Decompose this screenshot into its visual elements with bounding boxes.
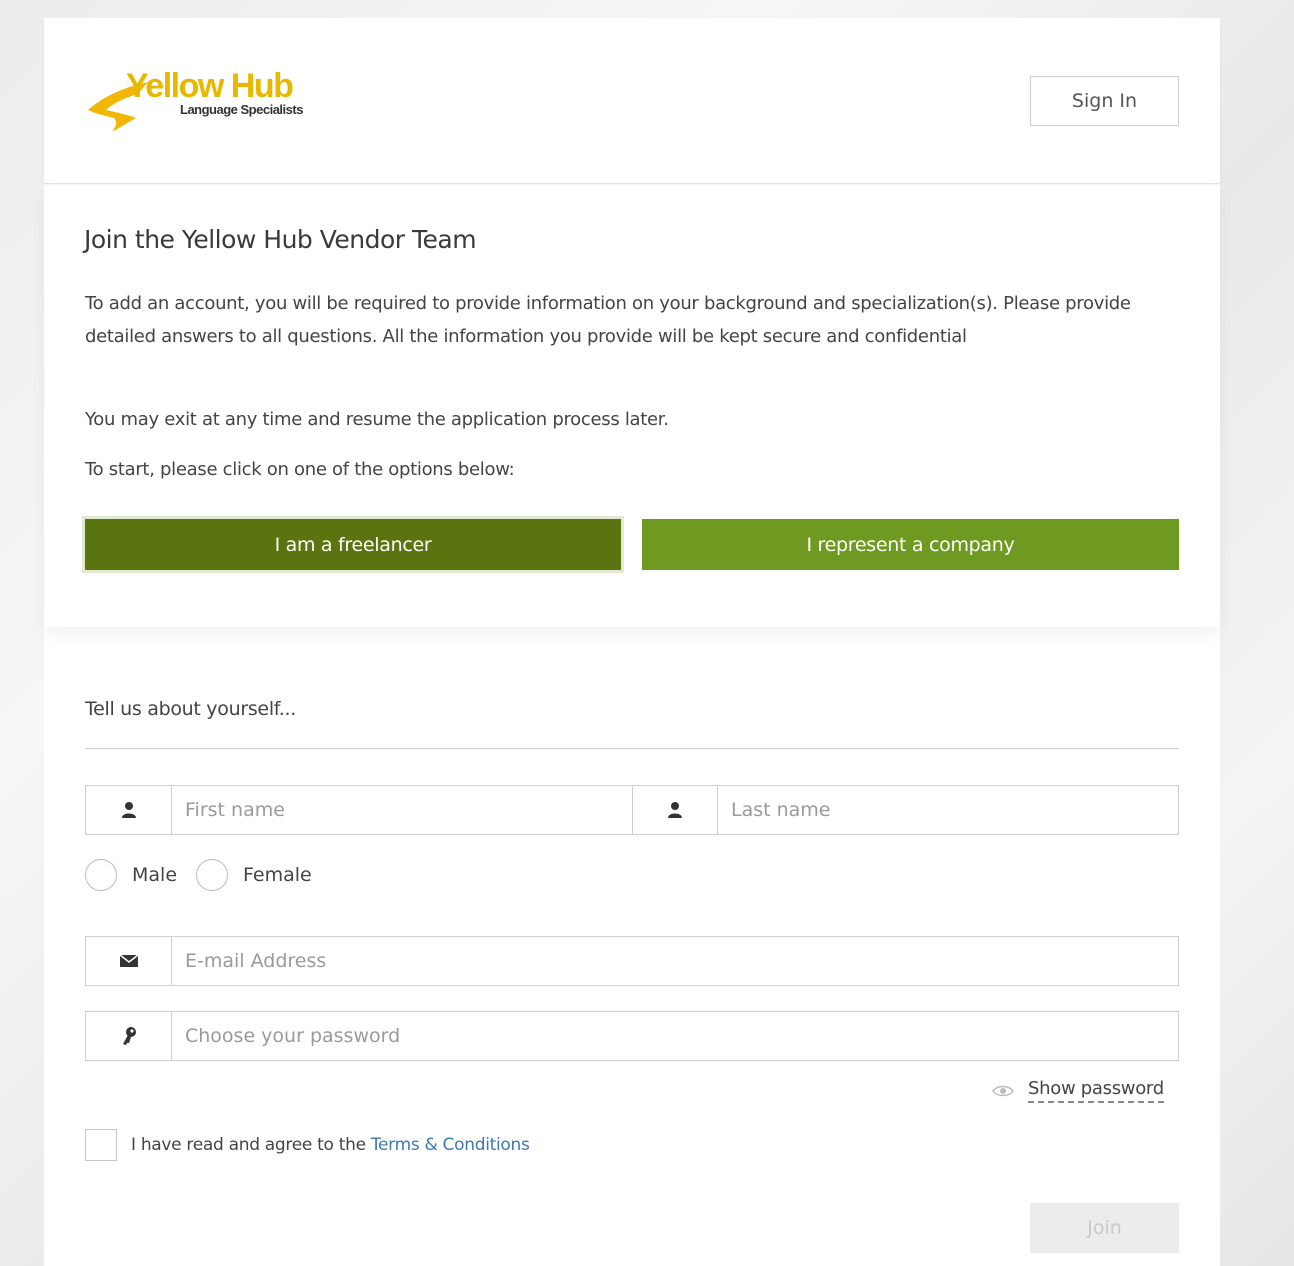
show-password-label[interactable]: Show password	[1028, 1078, 1164, 1103]
user-icon	[86, 786, 172, 834]
header: Yellow Hub Language Specialists Sign In	[44, 18, 1220, 184]
first-name-group	[86, 786, 632, 834]
intro-section: Join the Yellow Hub Vendor Team To add a…	[44, 185, 1220, 627]
male-radio[interactable]	[85, 859, 117, 891]
female-label[interactable]: Female	[243, 864, 312, 886]
freelancer-button[interactable]: I am a freelancer	[85, 519, 621, 570]
section-label: Tell us about yourself...	[85, 698, 297, 720]
password-row	[85, 1011, 1179, 1061]
terms-link[interactable]: Terms & Conditions	[371, 1135, 530, 1155]
male-label[interactable]: Male	[132, 864, 177, 886]
last-name-input[interactable]	[718, 786, 1178, 834]
logo-subtext: Language Specialists	[180, 102, 303, 117]
email-input[interactable]	[172, 937, 1178, 985]
first-name-input[interactable]	[172, 786, 632, 834]
sign-in-button[interactable]: Sign In	[1030, 76, 1179, 126]
resume-note: You may exit at any time and resume the …	[85, 409, 669, 430]
last-name-group	[632, 786, 1178, 834]
email-row	[85, 936, 1179, 986]
divider	[85, 748, 1179, 749]
user-icon	[632, 786, 718, 834]
gender-radio-group: Male Female	[85, 859, 331, 891]
intro-paragraph: To add an account, you will be required …	[85, 293, 1131, 347]
key-icon	[86, 1012, 172, 1060]
terms-row: I have read and agree to the Terms & Con…	[85, 1129, 530, 1161]
yellow-hub-logo[interactable]: Yellow Hub Language Specialists	[84, 66, 324, 136]
page-title: Join the Yellow Hub Vendor Team	[84, 225, 477, 254]
company-button[interactable]: I represent a company	[642, 519, 1179, 570]
start-instruction: To start, please click on one of the opt…	[85, 459, 515, 480]
terms-checkbox[interactable]	[85, 1129, 117, 1161]
password-input[interactable]	[172, 1012, 1178, 1060]
show-password-toggle[interactable]: Show password	[992, 1078, 1164, 1103]
terms-label: I have read and agree to the Terms & Con…	[131, 1135, 530, 1155]
signup-card: Yellow Hub Language Specialists Sign In …	[44, 18, 1220, 1266]
female-radio[interactable]	[196, 859, 229, 891]
envelope-icon	[86, 937, 172, 985]
eye-icon	[992, 1085, 1014, 1096]
logo-text: Yellow Hub	[126, 67, 294, 105]
name-row	[85, 785, 1179, 835]
terms-prefix: I have read and agree to the	[131, 1135, 371, 1155]
join-button[interactable]: Join	[1030, 1203, 1179, 1253]
